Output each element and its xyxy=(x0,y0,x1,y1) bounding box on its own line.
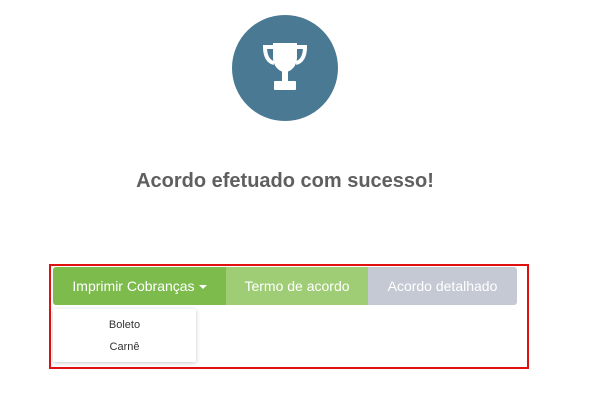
page: Acordo efetuado com sucesso! Imprimir Co… xyxy=(0,0,606,406)
menu-item-boleto[interactable]: Boleto xyxy=(53,319,196,331)
print-charges-menu: Boleto Carnê xyxy=(53,309,196,362)
print-charges-dropdown-button[interactable]: Imprimir Cobranças xyxy=(53,267,226,305)
agreement-term-button[interactable]: Termo de acordo xyxy=(226,267,368,305)
print-charges-label: Imprimir Cobranças xyxy=(72,278,195,294)
action-button-group: Imprimir Cobranças Termo de acordo Acord… xyxy=(53,267,517,305)
success-message: Acordo efetuado com sucesso! xyxy=(136,170,434,192)
caret-down-icon xyxy=(198,285,207,290)
menu-item-carne[interactable]: Carnê xyxy=(53,341,196,353)
detailed-agreement-button[interactable]: Acordo detalhado xyxy=(368,267,517,305)
trophy-badge xyxy=(232,15,338,121)
trophy-icon xyxy=(262,43,308,90)
